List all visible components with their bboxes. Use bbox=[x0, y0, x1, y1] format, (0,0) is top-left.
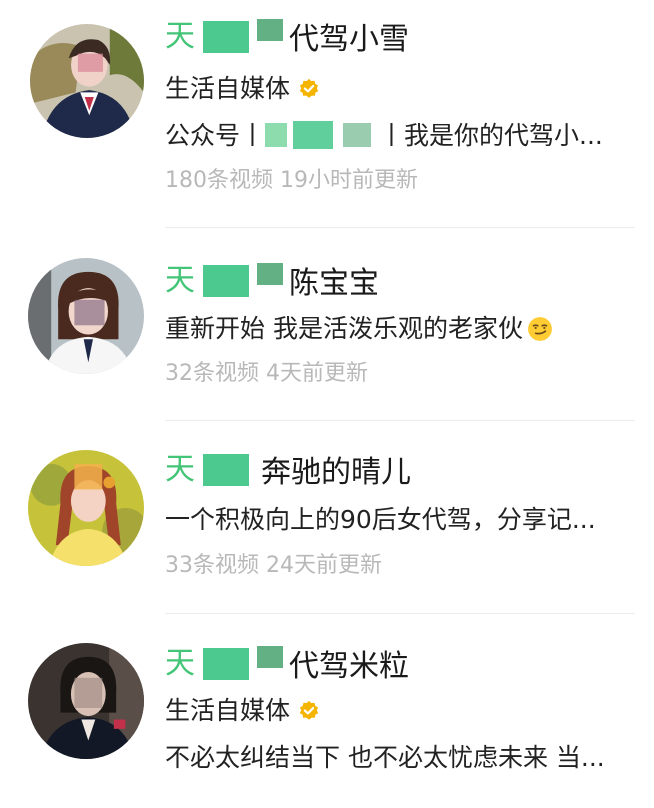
account-item[interactable]: 天 陈宝宝 重新开始 我是活泼乐观的老家伙 32条视频 4天前更新 bbox=[0, 232, 654, 422]
avatar[interactable] bbox=[28, 643, 144, 759]
account-description: 重新开始 我是活泼乐观的老家伙 bbox=[165, 312, 553, 346]
update-time: 24天前更新 bbox=[266, 553, 382, 578]
update-time: 19小时前更新 bbox=[280, 168, 418, 193]
portrait-woman-dark-icon bbox=[28, 643, 144, 759]
portrait-woman-bob-hair-icon bbox=[28, 258, 144, 374]
tag-label: 生活自媒体 bbox=[165, 696, 291, 725]
account-description: 公众号丨 丨我是你的代驾小... bbox=[165, 121, 603, 150]
account-name-text: 代驾米粒 bbox=[289, 649, 409, 684]
account-meta: 32条视频 4天前更新 bbox=[165, 359, 368, 389]
divider bbox=[165, 613, 635, 614]
account-item[interactable]: 天 代驾米粒 生活自媒体 不必太纠结当下 也不必太忧虑未来 当... bbox=[0, 618, 654, 808]
account-name[interactable]: 天 陈宝宝 bbox=[165, 262, 379, 306]
divider bbox=[165, 420, 635, 421]
avatar[interactable] bbox=[28, 450, 144, 566]
blur-mask bbox=[203, 265, 249, 297]
blur-mask bbox=[203, 648, 249, 680]
video-count: 32条视频 bbox=[165, 361, 259, 386]
verified-badge-icon bbox=[299, 78, 319, 98]
blur-mask bbox=[265, 121, 379, 149]
account-tag: 生活自媒体 bbox=[165, 694, 320, 728]
name-highlight: 天 bbox=[165, 263, 289, 299]
account-meta: 180条视频 19小时前更新 bbox=[165, 166, 418, 196]
video-count: 33条视频 bbox=[165, 553, 259, 578]
blur-mask bbox=[203, 21, 249, 53]
blur-mask bbox=[257, 263, 283, 285]
account-meta: 33条视频 24天前更新 bbox=[165, 551, 382, 581]
name-highlight: 天 bbox=[165, 19, 289, 55]
verified-badge-icon bbox=[299, 700, 319, 720]
name-highlight: 天 bbox=[165, 452, 261, 488]
portrait-woman-braids-icon bbox=[28, 450, 144, 566]
account-item[interactable]: 天 奔驰的晴儿 一个积极向上的90后女代驾，分享记... 33条视频 24天前更… bbox=[0, 425, 654, 615]
blur-mask bbox=[257, 646, 283, 668]
blur-mask bbox=[257, 19, 283, 41]
update-time: 4天前更新 bbox=[266, 361, 368, 386]
divider bbox=[165, 227, 635, 228]
account-description: 一个积极向上的90后女代驾，分享记... bbox=[165, 505, 596, 534]
account-tag: 生活自媒体 bbox=[165, 72, 320, 106]
account-description: 不必太纠结当下 也不必太忧虑未来 当... bbox=[165, 743, 605, 772]
avatar[interactable] bbox=[28, 258, 144, 374]
avatar[interactable] bbox=[30, 24, 144, 138]
account-name-text: 陈宝宝 bbox=[289, 266, 379, 301]
tag-label: 生活自媒体 bbox=[165, 74, 291, 103]
account-item[interactable]: 天 代驾小雪 生活自媒体 公众号丨 丨我是你的代驾小... 180条视频 19小时… bbox=[0, 8, 654, 198]
smirk-emoji-icon bbox=[528, 317, 552, 341]
portrait-woman-suit-icon bbox=[30, 24, 144, 138]
video-count: 180条视频 bbox=[165, 168, 273, 193]
account-name-text: 奔驰的晴儿 bbox=[261, 455, 411, 490]
account-list: 天 代驾小雪 生活自媒体 公众号丨 丨我是你的代驾小... 180条视频 19小时… bbox=[0, 0, 654, 787]
account-name[interactable]: 天 奔驰的晴儿 bbox=[165, 451, 411, 495]
name-highlight: 天 bbox=[165, 646, 289, 682]
account-name[interactable]: 天 代驾小雪 bbox=[165, 18, 409, 62]
blur-mask bbox=[203, 454, 249, 486]
account-name[interactable]: 天 代驾米粒 bbox=[165, 645, 409, 689]
account-name-text: 代驾小雪 bbox=[289, 22, 409, 57]
